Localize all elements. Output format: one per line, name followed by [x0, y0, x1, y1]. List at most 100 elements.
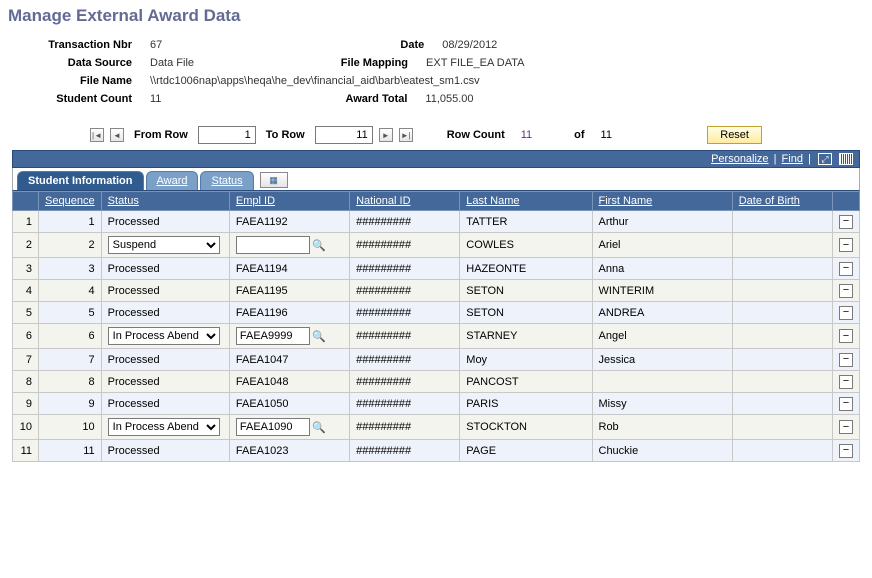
delete-row-icon[interactable]: −: [839, 353, 853, 367]
empl-id-cell: FAEA1194: [229, 258, 349, 280]
status-cell: Processed: [101, 258, 229, 280]
col-sequence[interactable]: Sequence: [39, 192, 102, 211]
row-number: 10: [13, 415, 39, 440]
dob-cell: [732, 280, 832, 302]
empl-id-cell: 🔍: [229, 415, 349, 440]
tab-award[interactable]: Award: [146, 171, 199, 190]
status-select[interactable]: In Process Abend: [108, 327, 220, 345]
empl-id-input[interactable]: [236, 418, 310, 436]
delete-row-icon[interactable]: −: [839, 420, 853, 434]
sequence-cell: 2: [39, 233, 102, 258]
dob-cell: [732, 415, 832, 440]
col-dob[interactable]: Date of Birth: [732, 192, 832, 211]
sequence-cell: 10: [39, 415, 102, 440]
tab-status[interactable]: Status: [200, 171, 253, 190]
national-id-cell: #########: [350, 280, 460, 302]
col-empl-id[interactable]: Empl ID: [229, 192, 349, 211]
row-action-cell: −: [832, 233, 859, 258]
status-select[interactable]: In Process Abend: [108, 418, 220, 436]
dob-cell: [732, 324, 832, 349]
national-id-cell: #########: [350, 233, 460, 258]
sequence-cell: 4: [39, 280, 102, 302]
empl-id-cell: FAEA1048: [229, 371, 349, 393]
status-cell: Processed: [101, 371, 229, 393]
first-name-cell: Chuckie: [592, 440, 732, 462]
delete-row-icon[interactable]: −: [839, 284, 853, 298]
dob-cell: [732, 440, 832, 462]
last-name-cell: HAZEONTE: [460, 258, 592, 280]
national-id-cell: #########: [350, 393, 460, 415]
empl-id-input[interactable]: [236, 236, 310, 254]
next-row-icon[interactable]: ►: [379, 128, 393, 142]
col-status[interactable]: Status: [101, 192, 229, 211]
empl-id-input[interactable]: [236, 327, 310, 345]
status-cell: Suspend: [101, 233, 229, 258]
sequence-cell: 7: [39, 349, 102, 371]
find-link[interactable]: Find: [782, 153, 803, 165]
last-name-cell: SETON: [460, 302, 592, 324]
lookup-icon[interactable]: 🔍: [312, 420, 326, 434]
from-row-input[interactable]: [198, 126, 256, 144]
national-id-cell: #########: [350, 349, 460, 371]
dob-cell: [732, 302, 832, 324]
table-row: 44ProcessedFAEA1195#########SETONWINTERI…: [13, 280, 860, 302]
table-row: 1111ProcessedFAEA1023#########PAGEChucki…: [13, 440, 860, 462]
file-mapping: EXT FILE_EA DATA: [426, 57, 524, 69]
page-title: Manage External Award Data: [0, 0, 872, 36]
row-number: 8: [13, 371, 39, 393]
delete-row-icon[interactable]: −: [839, 444, 853, 458]
download-icon[interactable]: [839, 153, 853, 165]
last-row-icon[interactable]: ►|: [399, 128, 413, 142]
row-number: 7: [13, 349, 39, 371]
sequence-cell: 5: [39, 302, 102, 324]
row-number: 3: [13, 258, 39, 280]
show-all-columns-icon[interactable]: ▦: [260, 172, 288, 188]
delete-row-icon[interactable]: −: [839, 397, 853, 411]
last-name-cell: PARIS: [460, 393, 592, 415]
status-cell: In Process Abend: [101, 324, 229, 349]
file-name: \\rtdc1006nap\apps\heqa\he_dev\financial…: [150, 75, 480, 87]
table-row: 88ProcessedFAEA1048#########PANCOST−: [13, 371, 860, 393]
dob-cell: [732, 371, 832, 393]
dob-cell: [732, 258, 832, 280]
first-name-cell: Jessica: [592, 349, 732, 371]
row-action-cell: −: [832, 349, 859, 371]
file-name-label: File Name: [20, 75, 150, 87]
delete-row-icon[interactable]: −: [839, 306, 853, 320]
last-name-cell: PAGE: [460, 440, 592, 462]
row-number: 9: [13, 393, 39, 415]
sequence-cell: 9: [39, 393, 102, 415]
status-select[interactable]: Suspend: [108, 236, 220, 254]
lookup-icon[interactable]: 🔍: [312, 329, 326, 343]
national-id-cell: #########: [350, 258, 460, 280]
empl-id-cell: FAEA1195: [229, 280, 349, 302]
delete-row-icon[interactable]: −: [839, 215, 853, 229]
status-cell: Processed: [101, 440, 229, 462]
tab-student-information[interactable]: Student Information: [17, 171, 144, 190]
status-cell: Processed: [101, 280, 229, 302]
delete-row-icon[interactable]: −: [839, 375, 853, 389]
col-first-name[interactable]: First Name: [592, 192, 732, 211]
row-count-label: Row Count: [447, 129, 505, 141]
prev-row-icon[interactable]: ◄: [110, 128, 124, 142]
date-label: Date: [162, 39, 442, 51]
table-row: 55ProcessedFAEA1196#########SETONANDREA−: [13, 302, 860, 324]
delete-row-icon[interactable]: −: [839, 329, 853, 343]
sequence-cell: 8: [39, 371, 102, 393]
zoom-icon[interactable]: ⤢: [818, 153, 832, 165]
row-action-cell: −: [832, 258, 859, 280]
student-count-label: Student Count: [20, 93, 150, 105]
reset-button[interactable]: Reset: [707, 126, 762, 144]
of-label: of: [574, 129, 584, 141]
personalize-link[interactable]: Personalize: [711, 153, 768, 165]
dob-cell: [732, 349, 832, 371]
col-national-id[interactable]: National ID: [350, 192, 460, 211]
col-last-name[interactable]: Last Name: [460, 192, 592, 211]
delete-row-icon[interactable]: −: [839, 262, 853, 276]
first-row-icon[interactable]: |◄: [90, 128, 104, 142]
lookup-icon[interactable]: 🔍: [312, 238, 326, 252]
sequence-cell: 6: [39, 324, 102, 349]
first-name-cell: Arthur: [592, 211, 732, 233]
to-row-input[interactable]: [315, 126, 373, 144]
delete-row-icon[interactable]: −: [839, 238, 853, 252]
